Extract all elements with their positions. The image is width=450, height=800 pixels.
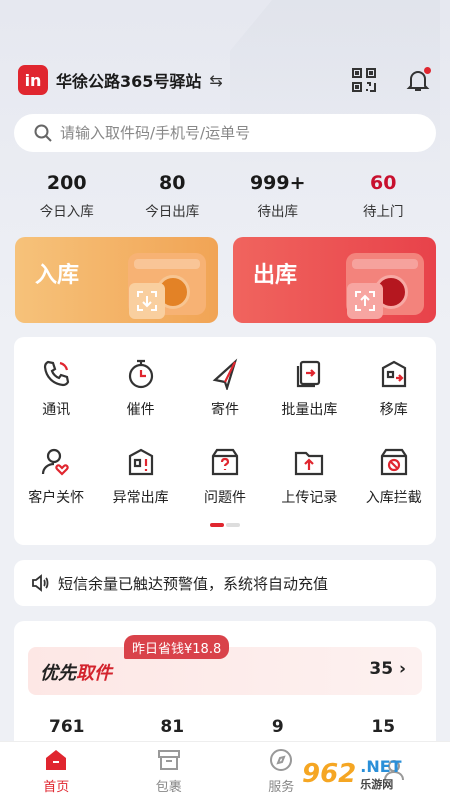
abnormal-out-icon xyxy=(98,443,182,481)
phone-icon xyxy=(14,355,98,393)
page-indicator xyxy=(210,523,240,527)
notification-dot xyxy=(424,67,431,74)
intercept-icon xyxy=(352,443,436,481)
chevron-right-icon: › xyxy=(398,659,406,679)
grid-item-problem[interactable]: 问题件 xyxy=(183,443,267,531)
check-out-label: 出库 xyxy=(253,263,298,288)
speaker-icon xyxy=(32,574,49,592)
priority-number[interactable]: 81 xyxy=(120,717,226,737)
grid-item-abnormal-out[interactable]: 异常出库 xyxy=(98,443,182,531)
move-storage-icon xyxy=(352,355,436,393)
stat-label: 待出库 xyxy=(257,204,299,220)
grid-label: 寄件 xyxy=(210,402,239,418)
stat-value: 60 xyxy=(370,172,397,194)
customer-care-icon xyxy=(14,443,98,481)
search-bar[interactable] xyxy=(14,114,436,152)
app-logo: in xyxy=(18,65,48,95)
stat-label: 今日出库 xyxy=(145,204,200,220)
nav-home[interactable]: 首页 xyxy=(0,742,113,800)
home-icon xyxy=(43,747,69,773)
send-icon xyxy=(183,355,267,393)
stat-label: 待上门 xyxy=(363,204,404,220)
compass-icon xyxy=(269,747,293,773)
upload-record-icon xyxy=(267,443,351,481)
priority-number[interactable]: 9 xyxy=(225,717,331,737)
nav-label: 首页 xyxy=(43,780,70,795)
header: in 华徐公路365号驿站 ⇆ xyxy=(18,62,432,98)
grid-item-customer-care[interactable]: 客户关怀 xyxy=(14,443,98,531)
priority-number[interactable]: 15 xyxy=(331,717,437,737)
grid-item-communication[interactable]: 通讯 xyxy=(14,355,98,443)
grid-label: 客户关怀 xyxy=(28,490,85,506)
grid-label: 批量出库 xyxy=(281,402,338,418)
bell-icon[interactable] xyxy=(404,66,432,94)
function-grid-panel: 通讯 催件 寄件 批量出库 移库 客户关怀 异常出库 问题件 上传记录 入库拦截 xyxy=(14,337,436,545)
grid-label: 移库 xyxy=(379,402,408,418)
grid-label: 异常出库 xyxy=(112,490,169,506)
stat-today-in[interactable]: 200 今日入库 xyxy=(14,172,120,220)
grid-item-move[interactable]: 移库 xyxy=(352,355,436,443)
grid-item-urge[interactable]: 催件 xyxy=(98,355,182,443)
search-input[interactable] xyxy=(60,124,400,142)
grid-label: 上传记录 xyxy=(281,490,338,506)
priority-count: 35 › xyxy=(369,659,406,679)
search-icon xyxy=(34,124,52,142)
priority-numbers: 761 81 9 15 xyxy=(14,717,436,737)
grid-item-upload-record[interactable]: 上传记录 xyxy=(267,443,351,531)
grid-label: 问题件 xyxy=(203,490,246,506)
page-dot-active xyxy=(210,523,224,527)
nav-package[interactable]: 包裹 xyxy=(113,742,226,800)
stat-value: 999+ xyxy=(249,172,306,194)
scan-up-icon xyxy=(347,283,383,319)
priority-number[interactable]: 761 xyxy=(14,717,120,737)
check-in-label: 入库 xyxy=(35,263,80,288)
scan-down-icon xyxy=(129,283,165,319)
check-out-card[interactable]: 出库 xyxy=(233,237,436,323)
qr-code-icon[interactable] xyxy=(350,66,378,94)
batch-out-icon xyxy=(267,355,351,393)
nav-label: 服务 xyxy=(268,780,295,795)
problem-parcel-icon xyxy=(183,443,267,481)
stat-pending-visit[interactable]: 60 待上门 xyxy=(331,172,437,220)
priority-title: 优先取件 xyxy=(40,663,112,684)
stat-value: 200 xyxy=(46,172,87,194)
nav-label: 包裹 xyxy=(155,780,182,795)
stats-row: 200 今日入库 80 今日出库 999+ 待出库 60 待上门 xyxy=(14,172,436,220)
stat-pending-out[interactable]: 999+ 待出库 xyxy=(225,172,331,220)
savings-badge: 昨日省钱¥18.8 xyxy=(124,635,230,659)
timer-icon xyxy=(98,355,182,393)
grid-item-intercept[interactable]: 入库拦截 xyxy=(352,443,436,531)
notice-text: 短信余量已触达预警值，系统将自动充值 xyxy=(58,574,329,593)
page-dot xyxy=(226,523,240,527)
grid-label: 通讯 xyxy=(42,402,71,418)
package-icon xyxy=(157,747,181,773)
notice-bar[interactable]: 短信余量已触达预警值，系统将自动充值 xyxy=(14,560,436,606)
watermark-logo: 962 .NET 乐游网 xyxy=(302,756,402,791)
grid-item-batch-out[interactable]: 批量出库 xyxy=(267,355,351,443)
grid-label: 催件 xyxy=(126,402,155,418)
stat-label: 今日入库 xyxy=(39,204,94,220)
grid-label: 入库拦截 xyxy=(365,490,422,506)
check-in-card[interactable]: 入库 xyxy=(15,237,218,323)
stat-today-out[interactable]: 80 今日出库 xyxy=(120,172,226,220)
switch-station-icon[interactable]: ⇆ xyxy=(209,71,222,90)
priority-pickup-panel: 优先取件 35 › 昨日省钱¥18.8 761 81 9 15 xyxy=(14,621,436,751)
stat-value: 80 xyxy=(159,172,186,194)
station-name[interactable]: 华徐公路365号驿站 xyxy=(56,68,201,92)
grid-item-send[interactable]: 寄件 xyxy=(183,355,267,443)
